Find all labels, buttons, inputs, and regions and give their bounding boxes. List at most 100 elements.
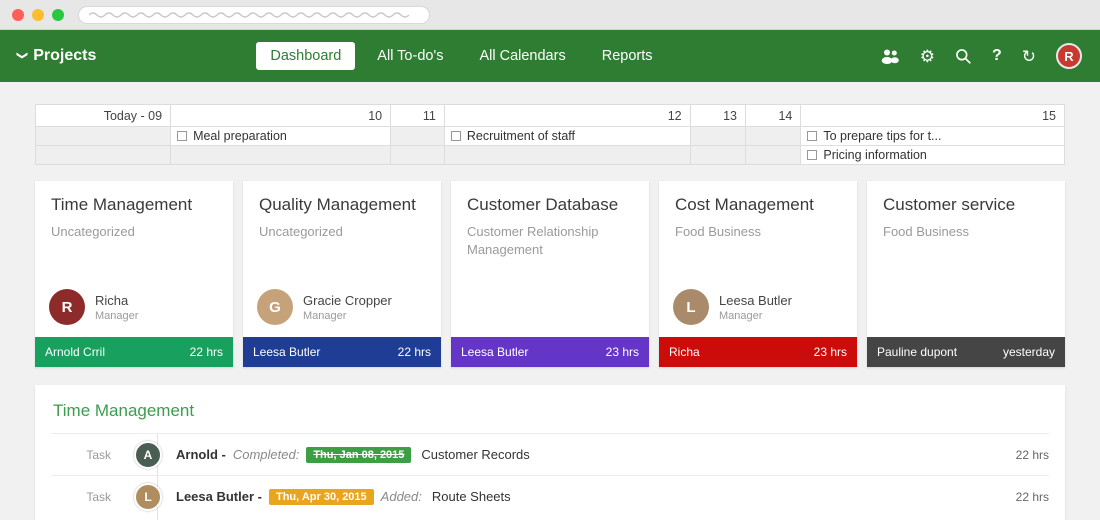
card-title: Cost Management: [659, 181, 857, 215]
tab-reports[interactable]: Reports: [588, 42, 667, 70]
help-icon[interactable]: ?: [992, 48, 1002, 64]
manager-name: Leesa Butler: [719, 293, 792, 308]
footer-assignee: Arnold Crril: [45, 345, 105, 359]
calendar-task[interactable]: To prepare tips for t...: [823, 129, 941, 143]
project-card-customer-database[interactable]: Customer Database Customer Relationship …: [451, 181, 649, 367]
maximize-window-button[interactable]: [52, 9, 64, 21]
card-category: Uncategorized: [35, 215, 233, 241]
assignee-avatar: L: [134, 483, 162, 511]
card-footer: Pauline dupont yesterday: [867, 337, 1065, 367]
assignee-name[interactable]: Leesa Butler -: [176, 489, 262, 504]
calendar-cell: [391, 127, 445, 146]
project-card-customer-service[interactable]: Customer service Food Business Pauline d…: [867, 181, 1065, 367]
card-footer: Richa 23 hrs: [659, 337, 857, 367]
projects-menu[interactable]: ❯ Projects: [18, 47, 96, 65]
task-item[interactable]: Customer Records: [421, 447, 529, 462]
calendar-day-header: 10: [171, 105, 391, 127]
task-type-label: Task: [51, 490, 111, 504]
calendar-task-row: Pricing information: [36, 146, 1065, 165]
card-footer: Leesa Butler 23 hrs: [451, 337, 649, 367]
brand-label: Projects: [33, 47, 96, 65]
task-panel: Time Management Task A Arnold - Complete…: [35, 385, 1065, 520]
task-type-label: Task: [51, 448, 111, 462]
user-avatar[interactable]: R: [1056, 43, 1082, 69]
card-category: Food Business: [659, 215, 857, 241]
card-title: Customer Database: [451, 181, 649, 215]
task-hours: 22 hrs: [1016, 448, 1049, 462]
task-checkbox[interactable]: [807, 131, 817, 141]
main-navbar: ❯ Projects Dashboard All To-do's All Cal…: [0, 30, 1100, 82]
footer-assignee: Pauline dupont: [877, 345, 957, 359]
footer-hours: 23 hrs: [606, 345, 639, 359]
tab-all-calendars[interactable]: All Calendars: [465, 42, 579, 70]
search-icon[interactable]: [955, 48, 972, 65]
due-date-badge: Thu, Apr 30, 2015: [269, 489, 374, 505]
footer-assignee: Richa: [669, 345, 700, 359]
calendar-cell: To prepare tips for t...: [801, 127, 1065, 146]
people-icon[interactable]: [880, 48, 900, 64]
calendar-day-header: Today - 09: [36, 105, 171, 127]
task-checkbox[interactable]: [807, 150, 817, 160]
minimize-window-button[interactable]: [32, 9, 44, 21]
calendar-cell: [690, 146, 745, 165]
project-card-cost-management[interactable]: Cost Management Food Business L Leesa Bu…: [659, 181, 857, 367]
window-controls: [12, 9, 64, 21]
refresh-icon[interactable]: ↻: [1022, 48, 1036, 65]
card-footer: Leesa Butler 22 hrs: [243, 337, 441, 367]
manager-avatar: R: [49, 289, 85, 325]
url-bar[interactable]: [78, 6, 430, 24]
calendar-cell: [36, 127, 171, 146]
close-window-button[interactable]: [12, 9, 24, 21]
manager-role: Manager: [303, 310, 392, 322]
manager-role: Manager: [719, 310, 792, 322]
task-item[interactable]: Route Sheets: [432, 489, 511, 504]
task-hours: 22 hrs: [1016, 490, 1049, 504]
project-card-quality-management[interactable]: Quality Management Uncategorized G Graci…: [243, 181, 441, 367]
manager-avatar: G: [257, 289, 293, 325]
calendar-task[interactable]: Pricing information: [823, 148, 927, 162]
footer-hours: 22 hrs: [398, 345, 431, 359]
tab-all-todos[interactable]: All To-do's: [363, 42, 457, 70]
footer-assignee: Leesa Butler: [461, 345, 528, 359]
calendar-cell: [690, 127, 745, 146]
assignee-avatar: A: [134, 441, 162, 469]
url-squiggle: [89, 11, 419, 19]
manager-avatar: L: [673, 289, 709, 325]
calendar-header-row: Today - 09 10 11 12 13 14 15: [36, 105, 1065, 127]
manager-role: Manager: [95, 310, 138, 322]
calendar-cell: [36, 146, 171, 165]
task-row: Task L Leesa Butler - Thu, Apr 30, 2015 …: [51, 475, 1049, 517]
calendar-task[interactable]: Meal preparation: [193, 129, 287, 143]
task-status: Completed:: [233, 447, 299, 462]
footer-assignee: Leesa Butler: [253, 345, 320, 359]
page-content: Today - 09 10 11 12 13 14 15 Meal prepar…: [0, 82, 1100, 520]
calendar-cell: Meal preparation: [171, 127, 391, 146]
manager-name: Richa: [95, 293, 138, 308]
gear-icon[interactable]: ⚙: [920, 48, 935, 65]
assignee-name[interactable]: Arnold -: [176, 447, 226, 462]
calendar-day-header: 13: [690, 105, 745, 127]
task-checkbox[interactable]: [177, 131, 187, 141]
calendar-task-row: Meal preparation Recruitment of staff To…: [36, 127, 1065, 146]
task-status: Added:: [381, 489, 422, 504]
manager-block: R Richa Manager: [35, 289, 233, 337]
navbar-actions: ⚙ ? ↻ R: [880, 43, 1082, 69]
task-checkbox[interactable]: [451, 131, 461, 141]
due-date-badge: Thu, Jan 08, 2015: [306, 447, 411, 463]
manager-block: G Gracie Cropper Manager: [243, 289, 441, 337]
footer-hours: 23 hrs: [814, 345, 847, 359]
calendar-day-header: 11: [391, 105, 445, 127]
card-title: Customer service: [867, 181, 1065, 215]
card-category: Customer Relationship Management: [451, 215, 649, 258]
card-title: Time Management: [35, 181, 233, 215]
card-title: Quality Management: [243, 181, 441, 215]
calendar-cell: [444, 146, 690, 165]
tab-dashboard[interactable]: Dashboard: [256, 42, 355, 70]
project-cards: Time Management Uncategorized R Richa Ma…: [35, 181, 1065, 367]
card-footer: Arnold Crril 22 hrs: [35, 337, 233, 367]
calendar-task[interactable]: Recruitment of staff: [467, 129, 575, 143]
project-card-time-management[interactable]: Time Management Uncategorized R Richa Ma…: [35, 181, 233, 367]
calendar-day-header: 15: [801, 105, 1065, 127]
calendar-cell: [745, 146, 800, 165]
footer-hours: 22 hrs: [190, 345, 223, 359]
